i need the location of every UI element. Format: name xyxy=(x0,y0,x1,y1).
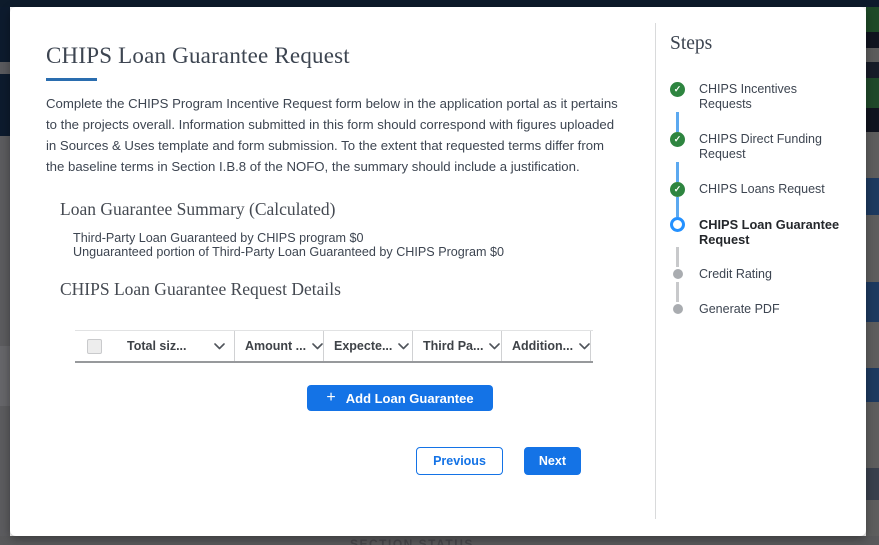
section-status-label: SECTION STATUS xyxy=(350,537,474,545)
loan-guarantee-table: Total siz... Amount ... Expecte... Third… xyxy=(75,330,593,363)
chevron-down-icon xyxy=(398,343,409,350)
check-circle-icon: ✓ xyxy=(670,82,685,97)
details-heading: CHIPS Loan Guarantee Request Details xyxy=(60,279,655,299)
backdrop-right-strip xyxy=(866,7,879,536)
column-header-amount[interactable]: Amount ... xyxy=(235,331,324,361)
title-underline xyxy=(46,78,97,81)
upcoming-step-dot-icon xyxy=(673,269,683,279)
step-connector xyxy=(670,282,866,302)
select-all-cell xyxy=(75,331,117,361)
table-header-row: Total siz... Amount ... Expecte... Third… xyxy=(75,330,593,363)
previous-button[interactable]: Previous xyxy=(416,447,503,475)
chevron-down-icon xyxy=(214,343,225,350)
current-step-ring-icon xyxy=(670,217,685,232)
plus-icon: + xyxy=(326,390,335,406)
page-title: CHIPS Loan Guarantee Request xyxy=(46,44,655,68)
step-connector xyxy=(670,197,866,217)
chevron-down-icon xyxy=(312,343,323,350)
column-header-additional[interactable]: Addition... xyxy=(502,331,591,361)
summary-line-unguaranteed: Unguaranteed portion of Third-Party Loan… xyxy=(73,246,655,260)
backdrop-bottom-bar: SECTION STATUS xyxy=(0,536,879,545)
chips-loan-guarantee-modal: CHIPS Loan Guarantee Request Complete th… xyxy=(10,7,866,536)
add-loan-guarantee-button[interactable]: + Add Loan Guarantee xyxy=(307,385,492,411)
step-chips-loans-request[interactable]: ✓ CHIPS Loans Request xyxy=(670,182,866,197)
modal-main-content: CHIPS Loan Guarantee Request Complete th… xyxy=(10,7,655,536)
check-circle-icon: ✓ xyxy=(670,182,685,197)
step-connector xyxy=(670,162,866,182)
add-button-row: + Add Loan Guarantee xyxy=(141,385,659,411)
step-generate-pdf[interactable]: Generate PDF xyxy=(670,302,866,317)
next-button[interactable]: Next xyxy=(524,447,581,475)
steps-list: ✓ CHIPS Incentives Requests ✓ CHIPS Dire… xyxy=(670,82,866,317)
upcoming-step-dot-icon xyxy=(673,304,683,314)
step-credit-rating[interactable]: Credit Rating xyxy=(670,267,866,282)
step-connector xyxy=(670,112,866,132)
step-connector xyxy=(670,247,866,267)
chevron-down-icon xyxy=(489,343,500,350)
select-all-checkbox[interactable] xyxy=(87,339,102,354)
summary-line-guaranteed: Third-Party Loan Guaranteed by CHIPS pro… xyxy=(73,232,655,246)
check-circle-icon: ✓ xyxy=(670,132,685,147)
summary-heading: Loan Guarantee Summary (Calculated) xyxy=(60,199,655,219)
column-header-expected[interactable]: Expecte... xyxy=(324,331,413,361)
column-header-total-size[interactable]: Total siz... xyxy=(117,331,235,361)
column-header-third-party[interactable]: Third Pa... xyxy=(413,331,502,361)
chevron-down-icon xyxy=(579,343,590,350)
form-description: Complete the CHIPS Program Incentive Req… xyxy=(46,93,624,177)
backdrop-left-strip xyxy=(0,7,10,536)
steps-heading: Steps xyxy=(670,33,866,55)
step-chips-incentives-requests[interactable]: ✓ CHIPS Incentives Requests xyxy=(670,82,866,112)
wizard-footer: Previous Next xyxy=(46,447,655,475)
summary-lines: Third-Party Loan Guaranteed by CHIPS pro… xyxy=(73,232,655,259)
backdrop-top-bar xyxy=(0,0,879,7)
step-chips-loan-guarantee-request[interactable]: CHIPS Loan Guarantee Request xyxy=(670,217,866,247)
step-chips-direct-funding-request[interactable]: ✓ CHIPS Direct Funding Request xyxy=(670,132,866,162)
steps-sidebar: Steps ✓ CHIPS Incentives Requests ✓ CHIP… xyxy=(655,7,866,536)
